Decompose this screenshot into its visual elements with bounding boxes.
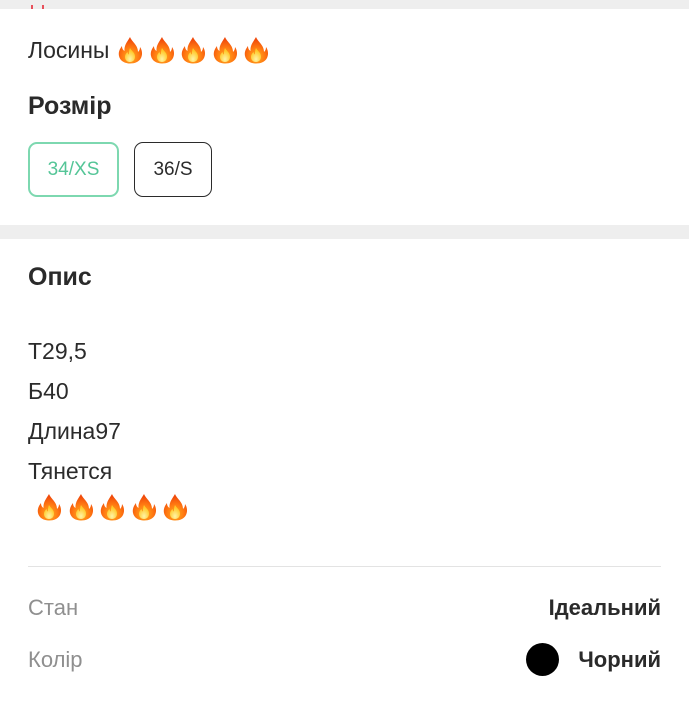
color-row: Колір Чорний: [28, 643, 661, 676]
size-heading: Розмір: [28, 92, 112, 120]
color-value: Чорний: [526, 643, 661, 676]
product-title: Лосины: [28, 36, 275, 64]
fire-icon: [149, 36, 175, 64]
card-separator: [0, 0, 689, 9]
fire-icon: [131, 493, 157, 521]
title-emoji-row: [117, 36, 275, 64]
description-card: Опис Т29,5 Б40 Длина97 Тянется Стан Ідеа…: [0, 239, 689, 709]
description-line: Тянется: [28, 458, 113, 484]
size-option-36-s[interactable]: 36/S: [134, 142, 212, 197]
condition-value: Ідеальний: [549, 595, 661, 621]
condition-value-text: Ідеальний: [548, 595, 661, 620]
description-line: Длина97: [28, 418, 121, 444]
fire-icon: [243, 36, 269, 64]
condition-row: Стан Ідеальний: [28, 595, 661, 621]
size-options: 34/XS 36/S: [28, 142, 212, 197]
product-header-card: Лосины Розмір 34/XS 36/S: [0, 9, 689, 225]
product-title-text: Лосины: [28, 36, 110, 63]
size-option-34-xs[interactable]: 34/XS: [28, 142, 119, 197]
fire-icon: [36, 493, 62, 521]
description-heading: Опис: [28, 263, 92, 291]
divider: [28, 566, 661, 567]
color-value-text: Чорний: [578, 646, 661, 672]
description-line: Т29,5: [28, 338, 87, 364]
fire-icon: [99, 493, 125, 521]
color-label: Колір: [28, 646, 83, 672]
fire-icon: [68, 493, 94, 521]
fire-icon: [180, 36, 206, 64]
description-line: Б40: [28, 378, 69, 404]
color-swatch: [526, 643, 560, 676]
fire-icon: [162, 493, 188, 521]
fire-icon: [212, 36, 238, 64]
description-text: Т29,5 Б40 Длина97 Тянется: [28, 331, 121, 491]
fire-icon: [117, 36, 143, 64]
condition-label: Стан: [28, 595, 79, 620]
description-emoji-row: [36, 493, 194, 521]
